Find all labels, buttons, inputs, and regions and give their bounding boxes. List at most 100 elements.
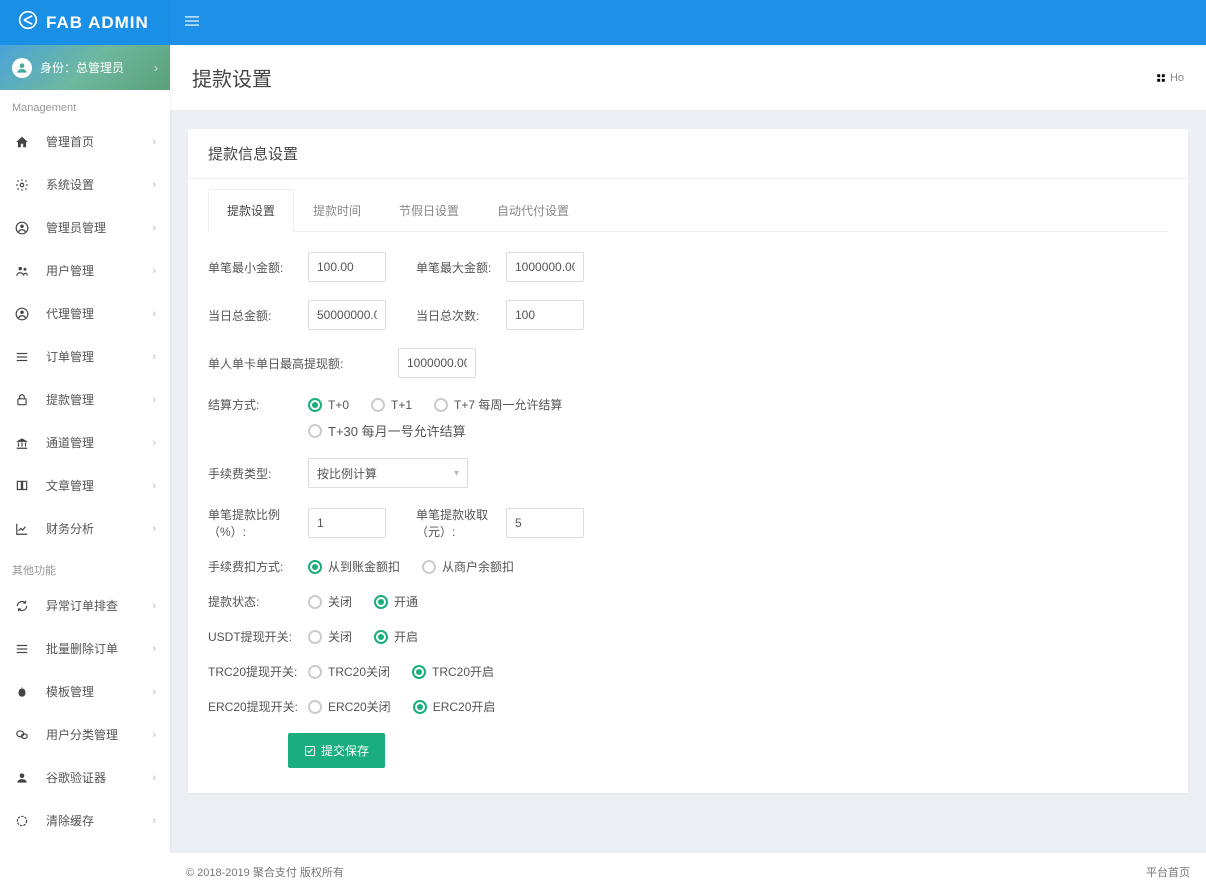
submit-button[interactable]: 提交保存 [288, 733, 385, 768]
status-label: 提款状态: [208, 593, 308, 610]
sidebar-item-google[interactable]: 谷歌验证器› [0, 756, 170, 799]
radio-icon [308, 595, 322, 609]
chevron-right-icon: › [152, 136, 156, 148]
radio-icon [371, 398, 385, 412]
radio-t0[interactable]: T+0 [308, 398, 349, 412]
tab-withdraw-time[interactable]: 提款时间 [294, 189, 380, 232]
fee-deduct-label: 手续费扣方式: [208, 558, 308, 575]
dashboard-icon [1156, 73, 1166, 83]
single-card-input[interactable] [398, 348, 476, 378]
fee-fixed-input[interactable] [506, 508, 584, 538]
settle-label: 结算方式: [208, 396, 308, 413]
chevron-right-icon: › [152, 480, 156, 492]
settings-panel: 提款信息设置 提款设置 提款时间 节假日设置 自动代付设置 单笔最小金额: 单笔… [188, 129, 1188, 793]
radio-icon [434, 398, 448, 412]
content-header: 提款设置 Ho [170, 45, 1206, 111]
radio-t7[interactable]: T+7 每周一允许结算 [434, 396, 562, 413]
max-amount-label: 单笔最大金额: [416, 259, 506, 276]
radio-t30[interactable]: T+30 每月一号允许结算 [308, 421, 1168, 440]
chevron-right-icon: › [152, 179, 156, 191]
check-icon [304, 745, 316, 757]
sidebar-item-abnormal[interactable]: 异常订单排查› [0, 584, 170, 627]
min-amount-input[interactable] [308, 252, 386, 282]
fee-type-label: 手续费类型: [208, 465, 308, 482]
chevron-right-icon: › [152, 686, 156, 698]
radio-usdt-open[interactable]: 开启 [374, 628, 418, 645]
sidebar-item-channel[interactable]: 通道管理› [0, 421, 170, 464]
radio-deduct-balance[interactable]: 从商户余额扣 [422, 558, 514, 575]
gear-icon [14, 178, 30, 192]
copyright-text: © 2018-2019 聚合支付 版权所有 [186, 864, 344, 880]
radio-trc20-open[interactable]: TRC20开启 [412, 663, 494, 680]
apple-icon [14, 685, 30, 699]
avatar-icon [12, 58, 32, 78]
user-block[interactable]: 身份：总管理员 › [0, 45, 170, 90]
list-icon [14, 350, 30, 364]
lock-icon [14, 393, 30, 407]
nav-section-other: 其他功能 [0, 550, 170, 584]
spinner-icon [14, 814, 30, 828]
sidebar-item-user[interactable]: 用户管理› [0, 249, 170, 292]
tabs: 提款设置 提款时间 节假日设置 自动代付设置 [208, 189, 1168, 232]
sidebar-item-user-cat[interactable]: 用户分类管理› [0, 713, 170, 756]
radio-usdt-close[interactable]: 关闭 [308, 628, 352, 645]
sidebar-item-system[interactable]: 系统设置› [0, 163, 170, 206]
sidebar-item-template[interactable]: 模板管理› [0, 670, 170, 713]
chart-icon [14, 522, 30, 536]
wechat-icon [14, 728, 30, 742]
user-icon [14, 771, 30, 785]
daily-count-input[interactable] [506, 300, 584, 330]
radio-trc20-close[interactable]: TRC20关闭 [308, 663, 390, 680]
sidebar-item-bulk-delete[interactable]: 批量删除订单› [0, 627, 170, 670]
user-role: 身份：总管理员 [40, 59, 124, 76]
footer-home-link[interactable]: 平台首页 [1146, 864, 1190, 880]
page-title: 提款设置 [192, 63, 272, 92]
radio-status-open[interactable]: 开通 [374, 593, 418, 610]
sidebar-item-agent[interactable]: 代理管理› [0, 292, 170, 335]
sidebar-item-clear-cache[interactable]: 清除缓存› [0, 799, 170, 842]
radio-icon [308, 700, 322, 714]
radio-t1[interactable]: T+1 [371, 398, 412, 412]
users-icon [14, 264, 30, 278]
sidebar-item-home[interactable]: 管理首页› [0, 120, 170, 163]
max-amount-input[interactable] [506, 252, 584, 282]
sidebar: 身份：总管理员 › Management 管理首页› 系统设置› 管理员管理› … [0, 45, 170, 890]
chevron-right-icon: › [154, 61, 158, 75]
sidebar-item-order[interactable]: 订单管理› [0, 335, 170, 378]
usdt-label: USDT提现开关: [208, 628, 308, 645]
sidebar-item-finance[interactable]: 财务分析› [0, 507, 170, 550]
erc20-label: ERC20提现开关: [208, 698, 308, 715]
radio-checked-icon [308, 398, 322, 412]
tab-holiday-settings[interactable]: 节假日设置 [380, 189, 478, 232]
tab-auto-pay-settings[interactable]: 自动代付设置 [478, 189, 588, 232]
chevron-right-icon: › [152, 308, 156, 320]
sidebar-item-article[interactable]: 文章管理› [0, 464, 170, 507]
menu-toggle-icon[interactable] [185, 14, 199, 31]
radio-checked-icon [374, 595, 388, 609]
radio-status-close[interactable]: 关闭 [308, 593, 352, 610]
radio-checked-icon [413, 700, 427, 714]
sidebar-item-withdraw[interactable]: 提款管理› [0, 378, 170, 421]
radio-checked-icon [374, 630, 388, 644]
single-card-label: 单人单卡单日最高提现额: [208, 355, 398, 372]
chevron-right-icon: › [152, 523, 156, 535]
radio-deduct-arrival[interactable]: 从到账金额扣 [308, 558, 400, 575]
footer: © 2018-2019 聚合支付 版权所有 平台首页 [170, 852, 1206, 890]
radio-erc20-close[interactable]: ERC20关闭 [308, 698, 391, 715]
radio-icon [422, 560, 436, 574]
sidebar-item-admin[interactable]: 管理员管理› [0, 206, 170, 249]
radio-checked-icon [412, 665, 426, 679]
logo-icon [18, 10, 38, 35]
radio-erc20-open[interactable]: ERC20开启 [413, 698, 496, 715]
chevron-right-icon: › [152, 815, 156, 827]
fee-type-select[interactable]: 按比例计算 ▾ [308, 458, 468, 488]
header-bar [170, 0, 1206, 45]
fee-rate-input[interactable] [308, 508, 386, 538]
chevron-right-icon: › [152, 643, 156, 655]
book-icon [14, 479, 30, 493]
daily-total-input[interactable] [308, 300, 386, 330]
chevron-right-icon: › [152, 772, 156, 784]
radio-icon [308, 424, 322, 438]
chevron-right-icon: › [152, 351, 156, 363]
tab-withdraw-settings[interactable]: 提款设置 [208, 189, 294, 232]
